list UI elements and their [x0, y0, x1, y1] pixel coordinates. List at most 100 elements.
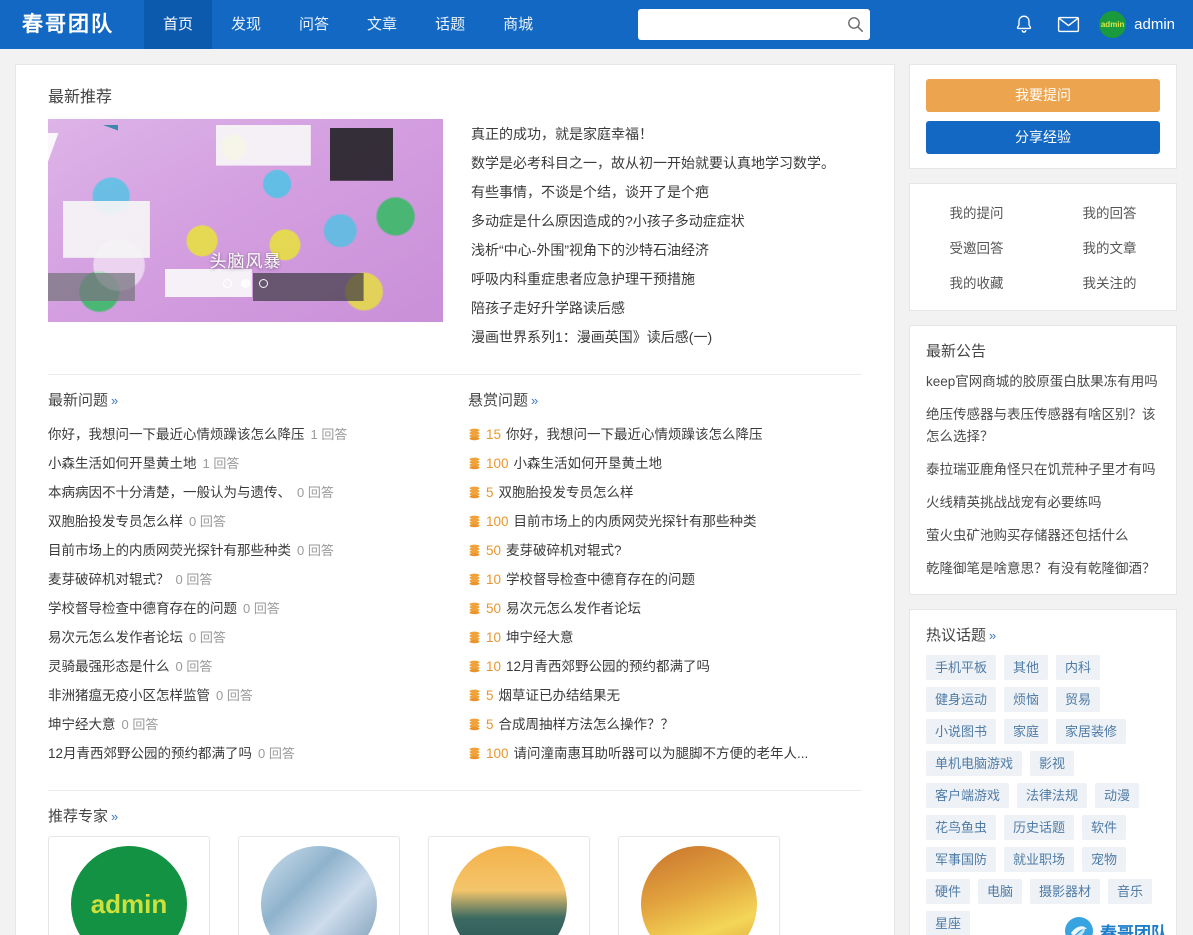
topics-more-link[interactable]: »: [989, 628, 996, 643]
topic-tag[interactable]: 软件: [1082, 815, 1126, 840]
topic-tag[interactable]: 烦恼: [1004, 687, 1048, 712]
list-item[interactable]: 易次元怎么发作者论坛0 回答: [48, 623, 442, 652]
list-item[interactable]: 萤火虫矿池购买存储器还包括什么: [926, 525, 1160, 547]
expert-card[interactable]: [618, 836, 780, 935]
topic-tag[interactable]: 宠物: [1082, 847, 1126, 872]
topic-tag[interactable]: 星座: [926, 911, 970, 935]
list-item[interactable]: 本病病因不十分清楚，一般认为与遗传、0 回答: [48, 478, 442, 507]
list-item[interactable]: 漫画世界系列1：漫画英国》读后感(一): [471, 323, 862, 352]
search-button[interactable]: [840, 10, 870, 39]
list-item[interactable]: 非洲猪瘟无疫小区怎样监管0 回答: [48, 681, 442, 710]
topic-tag[interactable]: 摄影器材: [1030, 879, 1100, 904]
list-item[interactable]: 泰拉瑞亚鹿角怪只在饥荒种子里才有吗: [926, 459, 1160, 481]
topic-tag[interactable]: 法律法规: [1017, 783, 1087, 808]
user-menu[interactable]: admin admin: [1099, 11, 1179, 38]
sidebar-link-favorites[interactable]: 我的收藏: [910, 272, 1043, 292]
list-item[interactable]: 火线精英挑战战宠有必要练吗: [926, 492, 1160, 514]
nav-item-topics[interactable]: 话题: [416, 0, 484, 49]
list-item[interactable]: 100 目前市场上的内质网荧光探针有那些种类: [468, 507, 862, 536]
list-item[interactable]: 有些事情，不谈是个结，谈开了是个疤: [471, 178, 862, 207]
carousel-dot-1[interactable]: [241, 279, 250, 288]
nav-item-shop[interactable]: 商城: [484, 0, 552, 49]
list-item[interactable]: 麦芽破碎机对辊式？0 回答: [48, 565, 442, 594]
nav-item-qa[interactable]: 问答: [280, 0, 348, 49]
question-title: 小森生活如何开垦黄土地: [514, 449, 663, 478]
list-item[interactable]: 50 麦芽破碎机对辊式?: [468, 536, 862, 565]
list-item[interactable]: 5 烟草证已办结结果无: [468, 681, 862, 710]
list-item[interactable]: 10 坤宁经大意: [468, 623, 862, 652]
list-item[interactable]: 12月青西郊野公园的预约都满了吗0 回答: [48, 739, 442, 768]
list-item[interactable]: 15 你好，我想问一下最近心情烦躁该怎么降压: [468, 420, 862, 449]
bounty-amount: 15: [486, 420, 501, 449]
sidebar-link-invited[interactable]: 受邀回答: [910, 237, 1043, 257]
list-item[interactable]: 学校督导检查中德育存在的问题0 回答: [48, 594, 442, 623]
sidebar-link-my-answers[interactable]: 我的回答: [1043, 202, 1176, 222]
notifications-button[interactable]: [1011, 12, 1037, 38]
list-item[interactable]: 目前市场上的内质网荧光探针有那些种类0 回答: [48, 536, 442, 565]
topic-tag[interactable]: 就业职场: [1004, 847, 1074, 872]
topic-tag[interactable]: 电脑: [978, 879, 1022, 904]
topic-tag[interactable]: 贸易: [1056, 687, 1100, 712]
topic-tag[interactable]: 其他: [1004, 655, 1048, 680]
nav-item-home[interactable]: 首页: [144, 0, 212, 49]
topic-tag[interactable]: 小说图书: [926, 719, 996, 744]
list-item[interactable]: 陪孩子走好升学路读后感: [471, 294, 862, 323]
recommend-carousel[interactable]: 头脑风暴: [48, 119, 443, 322]
list-item[interactable]: 50 易次元怎么发作者论坛: [468, 594, 862, 623]
topic-tag[interactable]: 家庭: [1004, 719, 1048, 744]
topic-tag[interactable]: 影视: [1030, 751, 1074, 776]
topic-tag[interactable]: 客户端游戏: [926, 783, 1009, 808]
nav-item-articles[interactable]: 文章: [348, 0, 416, 49]
topic-tag[interactable]: 硬件: [926, 879, 970, 904]
carousel-dot-2[interactable]: [259, 279, 268, 288]
carousel-dot-0[interactable]: [223, 279, 232, 288]
topic-tag[interactable]: 花鸟鱼虫: [926, 815, 996, 840]
topic-tag[interactable]: 动漫: [1095, 783, 1139, 808]
list-item[interactable]: 100 小森生活如何开垦黄土地: [468, 449, 862, 478]
topic-tag[interactable]: 音乐: [1108, 879, 1152, 904]
avatar: [451, 846, 567, 935]
list-item[interactable]: 100 请问潼南惠耳助听器可以为腿脚不方便的老年人...: [468, 739, 862, 768]
list-item[interactable]: 灵骑最强形态是什么0 回答: [48, 652, 442, 681]
site-logo[interactable]: 春哥团队: [0, 0, 144, 49]
topic-tag[interactable]: 单机电脑游戏: [926, 751, 1022, 776]
list-item[interactable]: 真正的成功，就是家庭幸福！: [471, 120, 862, 149]
list-item[interactable]: 你好，我想问一下最近心情烦躁该怎么降压1 回答: [48, 420, 442, 449]
list-item[interactable]: keep官网商城的胶原蛋白肽果冻有用吗: [926, 371, 1160, 393]
sidebar-link-my-questions[interactable]: 我的提问: [910, 202, 1043, 222]
list-item[interactable]: 数学是必考科目之一，故从初一开始就要认真地学习数学。: [471, 149, 862, 178]
list-item[interactable]: 小森生活如何开垦黄土地1 回答: [48, 449, 442, 478]
messages-button[interactable]: [1055, 12, 1081, 38]
list-item[interactable]: 坤宁经大意0 回答: [48, 710, 442, 739]
topic-tag[interactable]: 健身运动: [926, 687, 996, 712]
nav-item-discover[interactable]: 发现: [212, 0, 280, 49]
share-experience-button[interactable]: 分享经验: [926, 121, 1160, 154]
expert-card[interactable]: [238, 836, 400, 935]
list-item[interactable]: 10 学校督导检查中德育存在的问题: [468, 565, 862, 594]
search-input[interactable]: [638, 10, 840, 39]
list-item[interactable]: 呼吸内科重症患者应急护理干预措施: [471, 265, 862, 294]
expert-card[interactable]: admin: [48, 836, 210, 935]
list-item[interactable]: 5 合成周抽样方法怎么操作？？: [468, 710, 862, 739]
list-item[interactable]: 浅析“中心-外围”视角下的沙特石油经济: [471, 236, 862, 265]
list-item[interactable]: 乾隆御笔是啥意思？有没有乾隆御酒？: [926, 558, 1160, 580]
topic-tag[interactable]: 内科: [1056, 655, 1100, 680]
bounty-questions-more-link[interactable]: »: [531, 393, 538, 408]
topic-tag[interactable]: 家居装修: [1056, 719, 1126, 744]
latest-questions-more-link[interactable]: »: [111, 393, 118, 408]
question-title: 学校督导检查中德育存在的问题: [506, 565, 695, 594]
ask-question-button[interactable]: 我要提问: [926, 79, 1160, 112]
list-item[interactable]: 双胞胎投发专员怎么样0 回答: [48, 507, 442, 536]
experts-more-link[interactable]: »: [111, 809, 118, 824]
sidebar-link-my-articles[interactable]: 我的文章: [1043, 237, 1176, 257]
expert-card[interactable]: [428, 836, 590, 935]
list-item[interactable]: 10 12月青西郊野公园的预约都满了吗: [468, 652, 862, 681]
sidebar-link-following[interactable]: 我关注的: [1043, 272, 1176, 292]
question-title: 易次元怎么发作者论坛: [506, 594, 641, 623]
topic-tag[interactable]: 历史话题: [1004, 815, 1074, 840]
list-item[interactable]: 5 双胞胎投发专员怎么样: [468, 478, 862, 507]
topic-tag[interactable]: 手机平板: [926, 655, 996, 680]
list-item[interactable]: 多动症是什么原因造成的?小孩子多动症症状: [471, 207, 862, 236]
list-item[interactable]: 绝压传感器与表压传感器有啥区别？该怎么选择？: [926, 404, 1160, 448]
topic-tag[interactable]: 军事国防: [926, 847, 996, 872]
